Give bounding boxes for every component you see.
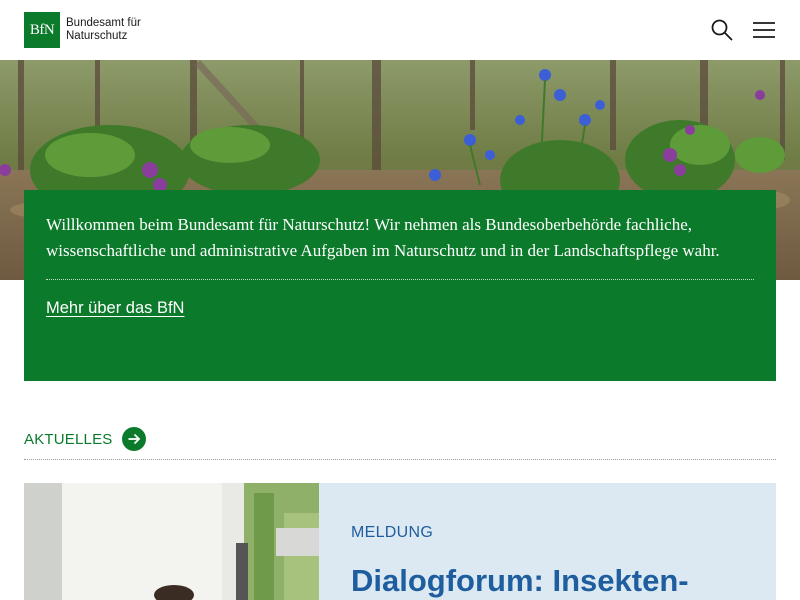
news-card-title[interactable]: Dialogforum: Insekten- [351, 563, 689, 599]
hamburger-menu-icon [753, 22, 775, 38]
site-logo[interactable]: BfN Bundesamt für Naturschutz [24, 12, 141, 48]
news-card-image [24, 483, 319, 600]
site-header: BfN Bundesamt für Naturschutz [0, 0, 800, 60]
news-card-kicker: MELDUNG [351, 524, 434, 541]
intro-text: Willkommen beim Bundesamt für Naturschut… [46, 215, 720, 260]
search-icon [711, 19, 733, 41]
about-bfn-link[interactable]: Mehr über das BfN [46, 299, 184, 318]
logo-mark: BfN [24, 12, 60, 48]
logo-text: Bundesamt für Naturschutz [66, 17, 141, 43]
aktuelles-link[interactable]: AKTUELLES [24, 427, 146, 451]
arrow-right-icon [121, 427, 146, 451]
logo-line-2: Naturschutz [66, 30, 128, 42]
intro-box: Willkommen beim Bundesamt für Naturschut… [24, 190, 776, 381]
news-card[interactable]: MELDUNG Dialogforum: Insekten- [24, 483, 776, 600]
logo-line-1: Bundesamt für [66, 17, 141, 29]
search-button[interactable] [710, 18, 734, 42]
aktuelles-label: AKTUELLES [24, 430, 113, 448]
intro-divider [46, 279, 754, 280]
menu-button[interactable] [752, 18, 776, 42]
section-divider [24, 459, 776, 460]
